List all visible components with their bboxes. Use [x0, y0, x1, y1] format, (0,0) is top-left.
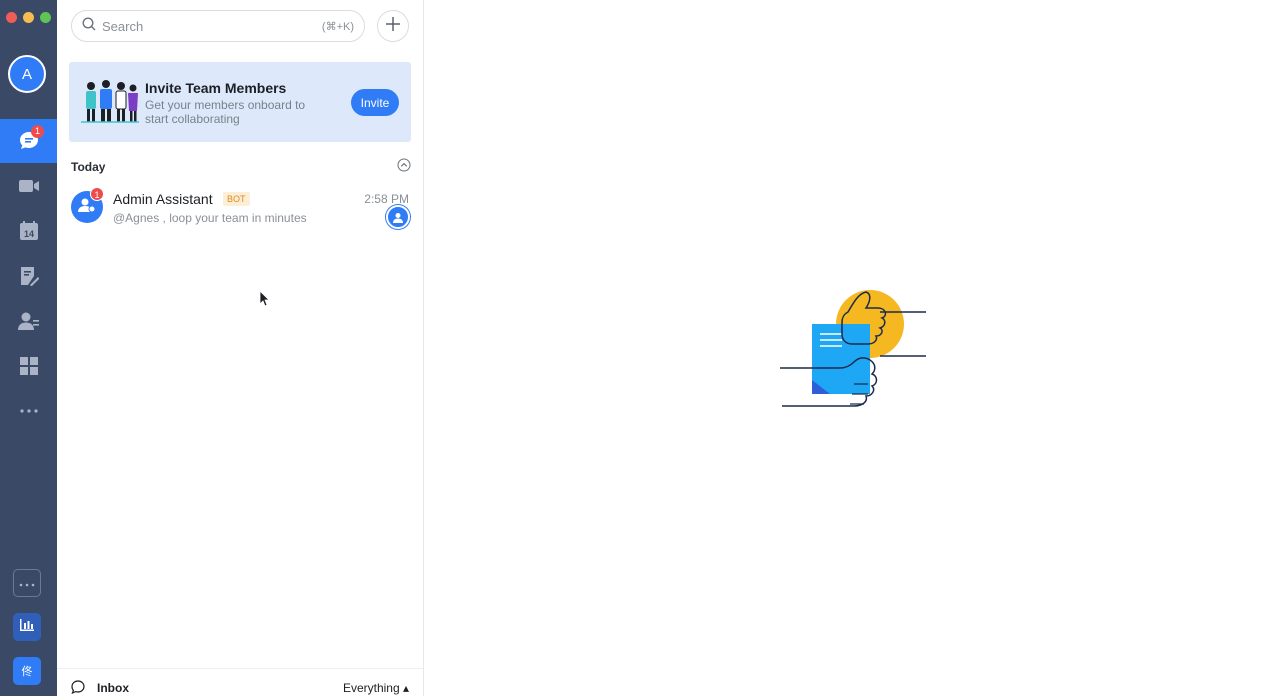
- main-content-pane: [424, 0, 1284, 696]
- collapse-section-icon[interactable]: [397, 158, 411, 177]
- rail-item-meetings[interactable]: [0, 164, 57, 208]
- chat-unread-badge: 1: [31, 125, 44, 138]
- chat-unread-badge: 1: [90, 187, 104, 201]
- rail-item-calendar[interactable]: 14: [0, 209, 57, 253]
- bot-tag: BOT: [223, 192, 250, 206]
- section-label: Today: [71, 160, 106, 174]
- left-rail: A 1 14 佟: [0, 0, 57, 696]
- filter-dropdown[interactable]: Everything ▴: [343, 681, 409, 695]
- video-camera-icon: [18, 178, 40, 194]
- bar-chart-icon: [20, 618, 34, 636]
- notes-icon: [19, 266, 39, 286]
- avatar-letter: A: [21, 65, 32, 83]
- workspace-icon: 佟: [21, 666, 33, 678]
- more-dots-icon: [19, 408, 39, 414]
- chat-time: 2:58 PM: [364, 192, 409, 206]
- more-apps-button[interactable]: [13, 569, 41, 597]
- analytics-button[interactable]: [13, 613, 41, 641]
- rail-item-chat[interactable]: 1: [0, 119, 57, 163]
- workspace-button[interactable]: 佟: [13, 657, 41, 685]
- rail-item-notes[interactable]: [0, 254, 57, 298]
- search-shortcut-hint: (⌘+K): [321, 20, 354, 33]
- inbox-label[interactable]: Inbox: [97, 681, 129, 695]
- calendar-date-label: 14: [23, 229, 33, 239]
- conversation-list-pane: Search (⌘+K) Invite Team Members Get you…: [57, 0, 424, 696]
- close-window-button[interactable]: [6, 12, 17, 23]
- more-dots-icon: [19, 574, 35, 592]
- minimize-window-button[interactable]: [23, 12, 34, 23]
- search-icon: [82, 16, 96, 36]
- chat-name: Admin Assistant: [113, 191, 213, 207]
- inbox-chat-icon: [71, 680, 85, 696]
- rail-item-contacts[interactable]: [0, 299, 57, 343]
- mouse-cursor-icon: [259, 290, 270, 312]
- invite-banner-subtitle: Get your members onboard to start collab…: [145, 98, 306, 126]
- search-placeholder: Search: [102, 18, 144, 34]
- calendar-icon: 14: [19, 221, 39, 241]
- new-conversation-button[interactable]: [377, 10, 409, 42]
- invite-button[interactable]: Invite: [351, 89, 399, 116]
- thumbs-up-illustration-icon: [780, 288, 930, 423]
- app-window: A 1 14 佟 Search (⌘+K) Invite Team Member…: [0, 0, 1284, 696]
- invite-banner-title: Invite Team Members: [145, 80, 287, 96]
- search-input[interactable]: Search (⌘+K): [71, 10, 365, 42]
- invite-banner[interactable]: Invite Team Members Get your members onb…: [69, 62, 411, 142]
- rail-item-more[interactable]: [0, 389, 57, 433]
- user-avatar[interactable]: A: [8, 55, 46, 93]
- chat-preview: @Agnes , loop your team in minutes: [113, 211, 307, 225]
- zoom-window-button[interactable]: [40, 12, 51, 23]
- list-item[interactable]: 1 Admin Assistant BOT 2:58 PM @Agnes , l…: [57, 186, 423, 232]
- plus-icon: [385, 16, 401, 37]
- team-illustration-icon: [79, 78, 139, 129]
- apps-grid-icon: [19, 356, 39, 376]
- section-header-today: Today: [71, 158, 411, 174]
- contacts-icon: [17, 311, 40, 331]
- assistant-status-icon: [386, 205, 410, 229]
- window-controls: [6, 12, 51, 23]
- rail-item-apps[interactable]: [0, 344, 57, 388]
- list-footer: Inbox Everything ▴: [57, 668, 423, 696]
